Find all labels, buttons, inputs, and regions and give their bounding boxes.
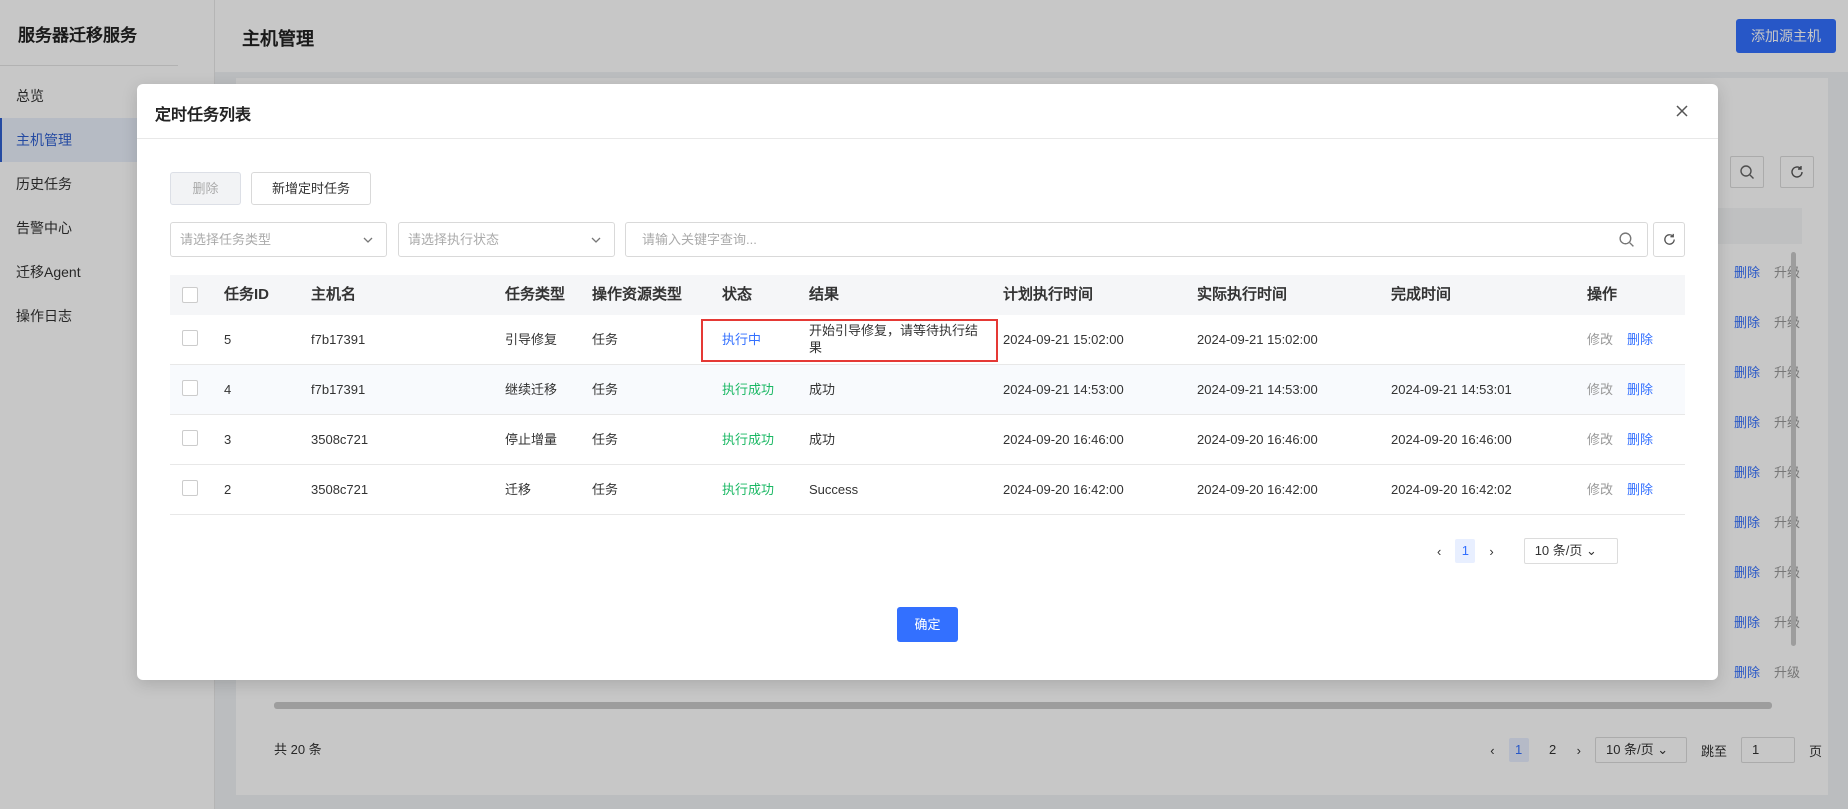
- status-badge: 执行成功: [722, 382, 775, 397]
- task-type-placeholder: 请选择任务类型: [180, 232, 272, 247]
- status-placeholder: 请选择执行状态: [408, 232, 500, 247]
- modal-header: 定时任务列表: [137, 84, 1718, 139]
- confirm-button[interactable]: 确定: [897, 607, 958, 642]
- task-id: 2: [224, 482, 232, 497]
- column-header: 任务ID: [224, 286, 270, 303]
- next-page-icon[interactable]: ›: [1489, 544, 1493, 559]
- highlight-annotation-box: [701, 319, 998, 362]
- task-id: 4: [224, 382, 232, 397]
- actual-time: 2024-09-20 16:46:00: [1197, 432, 1318, 447]
- result-text: Success: [809, 482, 859, 497]
- refresh-icon: [1663, 233, 1675, 245]
- scheduled-task-table: 任务ID 主机名 任务类型 操作资源类型 状态 结果 计划执行时间 实际执行时间…: [170, 275, 1685, 515]
- search-icon[interactable]: [1618, 231, 1635, 248]
- delete-link[interactable]: 删除: [1627, 465, 1653, 515]
- table-row: 3 3508c721 停止增量 任务 执行成功 成功 2024-09-20 16…: [170, 415, 1685, 465]
- delete-button[interactable]: 删除: [170, 172, 241, 205]
- task-id: 3: [224, 432, 232, 447]
- delete-link[interactable]: 删除: [1627, 415, 1653, 465]
- resource-type: 任务: [592, 332, 619, 347]
- actual-time: 2024-09-20 16:42:00: [1197, 482, 1318, 497]
- edit-link[interactable]: 修改: [1587, 465, 1613, 515]
- host-name: 3508c721: [311, 482, 369, 497]
- planned-time: 2024-09-20 16:46:00: [1003, 432, 1124, 447]
- column-header: 操作资源类型: [592, 286, 683, 303]
- close-icon: [1676, 105, 1688, 117]
- edit-link[interactable]: 修改: [1587, 365, 1613, 415]
- page-1-button[interactable]: 1: [1455, 539, 1476, 563]
- keyword-search-input[interactable]: 请输入关键字查询...: [625, 222, 1648, 257]
- task-type: 继续迁移: [505, 382, 558, 397]
- refresh-button[interactable]: [1653, 222, 1685, 257]
- prev-page-icon[interactable]: ‹: [1437, 544, 1441, 559]
- edit-link[interactable]: 修改: [1587, 315, 1613, 365]
- status-select[interactable]: 请选择执行状态: [398, 222, 615, 257]
- resource-type: 任务: [592, 382, 619, 397]
- status-badge: 执行成功: [722, 432, 775, 447]
- planned-time: 2024-09-21 15:02:00: [1003, 332, 1124, 347]
- host-name: f7b17391: [311, 382, 366, 397]
- task-type: 迁移: [505, 482, 532, 497]
- task-type-select[interactable]: 请选择任务类型: [170, 222, 387, 257]
- planned-time: 2024-09-21 14:53:00: [1003, 382, 1124, 397]
- row-checkbox[interactable]: [182, 380, 198, 396]
- row-checkbox[interactable]: [182, 480, 198, 496]
- column-header: 操作: [1587, 286, 1618, 303]
- status-badge: 执行成功: [722, 482, 775, 497]
- column-header: 完成时间: [1391, 286, 1452, 303]
- planned-time: 2024-09-20 16:42:00: [1003, 482, 1124, 497]
- scheduled-task-modal: 定时任务列表 删除 新增定时任务 请选择任务类型 请选择执行状态 请输入关键字查…: [137, 84, 1718, 680]
- chevron-down-icon: [591, 237, 601, 243]
- task-type: 引导修复: [505, 332, 558, 347]
- finished-time: 2024-09-21 14:53:01: [1391, 382, 1512, 397]
- result-text: 成功: [809, 432, 836, 447]
- table-row: 4 f7b17391 继续迁移 任务 执行成功 成功 2024-09-21 14…: [170, 365, 1685, 415]
- actual-time: 2024-09-21 14:53:00: [1197, 382, 1318, 397]
- delete-link[interactable]: 删除: [1627, 365, 1653, 415]
- modal-title: 定时任务列表: [155, 107, 252, 124]
- task-type: 停止增量: [505, 432, 558, 447]
- select-all-checkbox[interactable]: [182, 287, 198, 303]
- close-button[interactable]: [1672, 101, 1692, 121]
- edit-link[interactable]: 修改: [1587, 415, 1613, 465]
- host-name: 3508c721: [311, 432, 369, 447]
- chevron-down-icon: ⌄: [1586, 543, 1597, 558]
- column-header: 计划执行时间: [1003, 286, 1094, 303]
- column-header: 实际执行时间: [1197, 286, 1288, 303]
- actual-time: 2024-09-21 15:02:00: [1197, 332, 1318, 347]
- host-name: f7b17391: [311, 332, 366, 347]
- modal-toolbar: 删除 新增定时任务: [170, 172, 372, 205]
- add-scheduled-task-button[interactable]: 新增定时任务: [251, 172, 372, 205]
- row-checkbox[interactable]: [182, 430, 198, 446]
- finished-time: 2024-09-20 16:42:02: [1391, 482, 1512, 497]
- filter-row: 请选择任务类型 请选择执行状态 请输入关键字查询...: [170, 222, 1685, 257]
- column-header: 状态: [722, 286, 753, 303]
- resource-type: 任务: [592, 432, 619, 447]
- result-text: 成功: [809, 382, 836, 397]
- table-header: 任务ID 主机名 任务类型 操作资源类型 状态 结果 计划执行时间 实际执行时间…: [170, 275, 1685, 315]
- delete-link[interactable]: 删除: [1627, 315, 1653, 365]
- column-header: 任务类型: [505, 286, 566, 303]
- task-id: 5: [224, 332, 232, 347]
- row-checkbox[interactable]: [182, 330, 198, 346]
- page-size-select[interactable]: 10 条/页 ⌄: [1523, 538, 1618, 564]
- table-row: 2 3508c721 迁移 任务 执行成功 Success 2024-09-20…: [170, 465, 1685, 515]
- modal-pagination: ‹ 1 › 10 条/页 ⌄: [1437, 538, 1618, 564]
- finished-time: 2024-09-20 16:46:00: [1391, 432, 1512, 447]
- page-size-value: 10 条/页: [1534, 543, 1583, 558]
- keyword-placeholder: 请输入关键字查询...: [642, 232, 757, 247]
- resource-type: 任务: [592, 482, 619, 497]
- column-header: 结果: [809, 286, 840, 303]
- chevron-down-icon: [363, 237, 373, 243]
- column-header: 主机名: [311, 286, 357, 303]
